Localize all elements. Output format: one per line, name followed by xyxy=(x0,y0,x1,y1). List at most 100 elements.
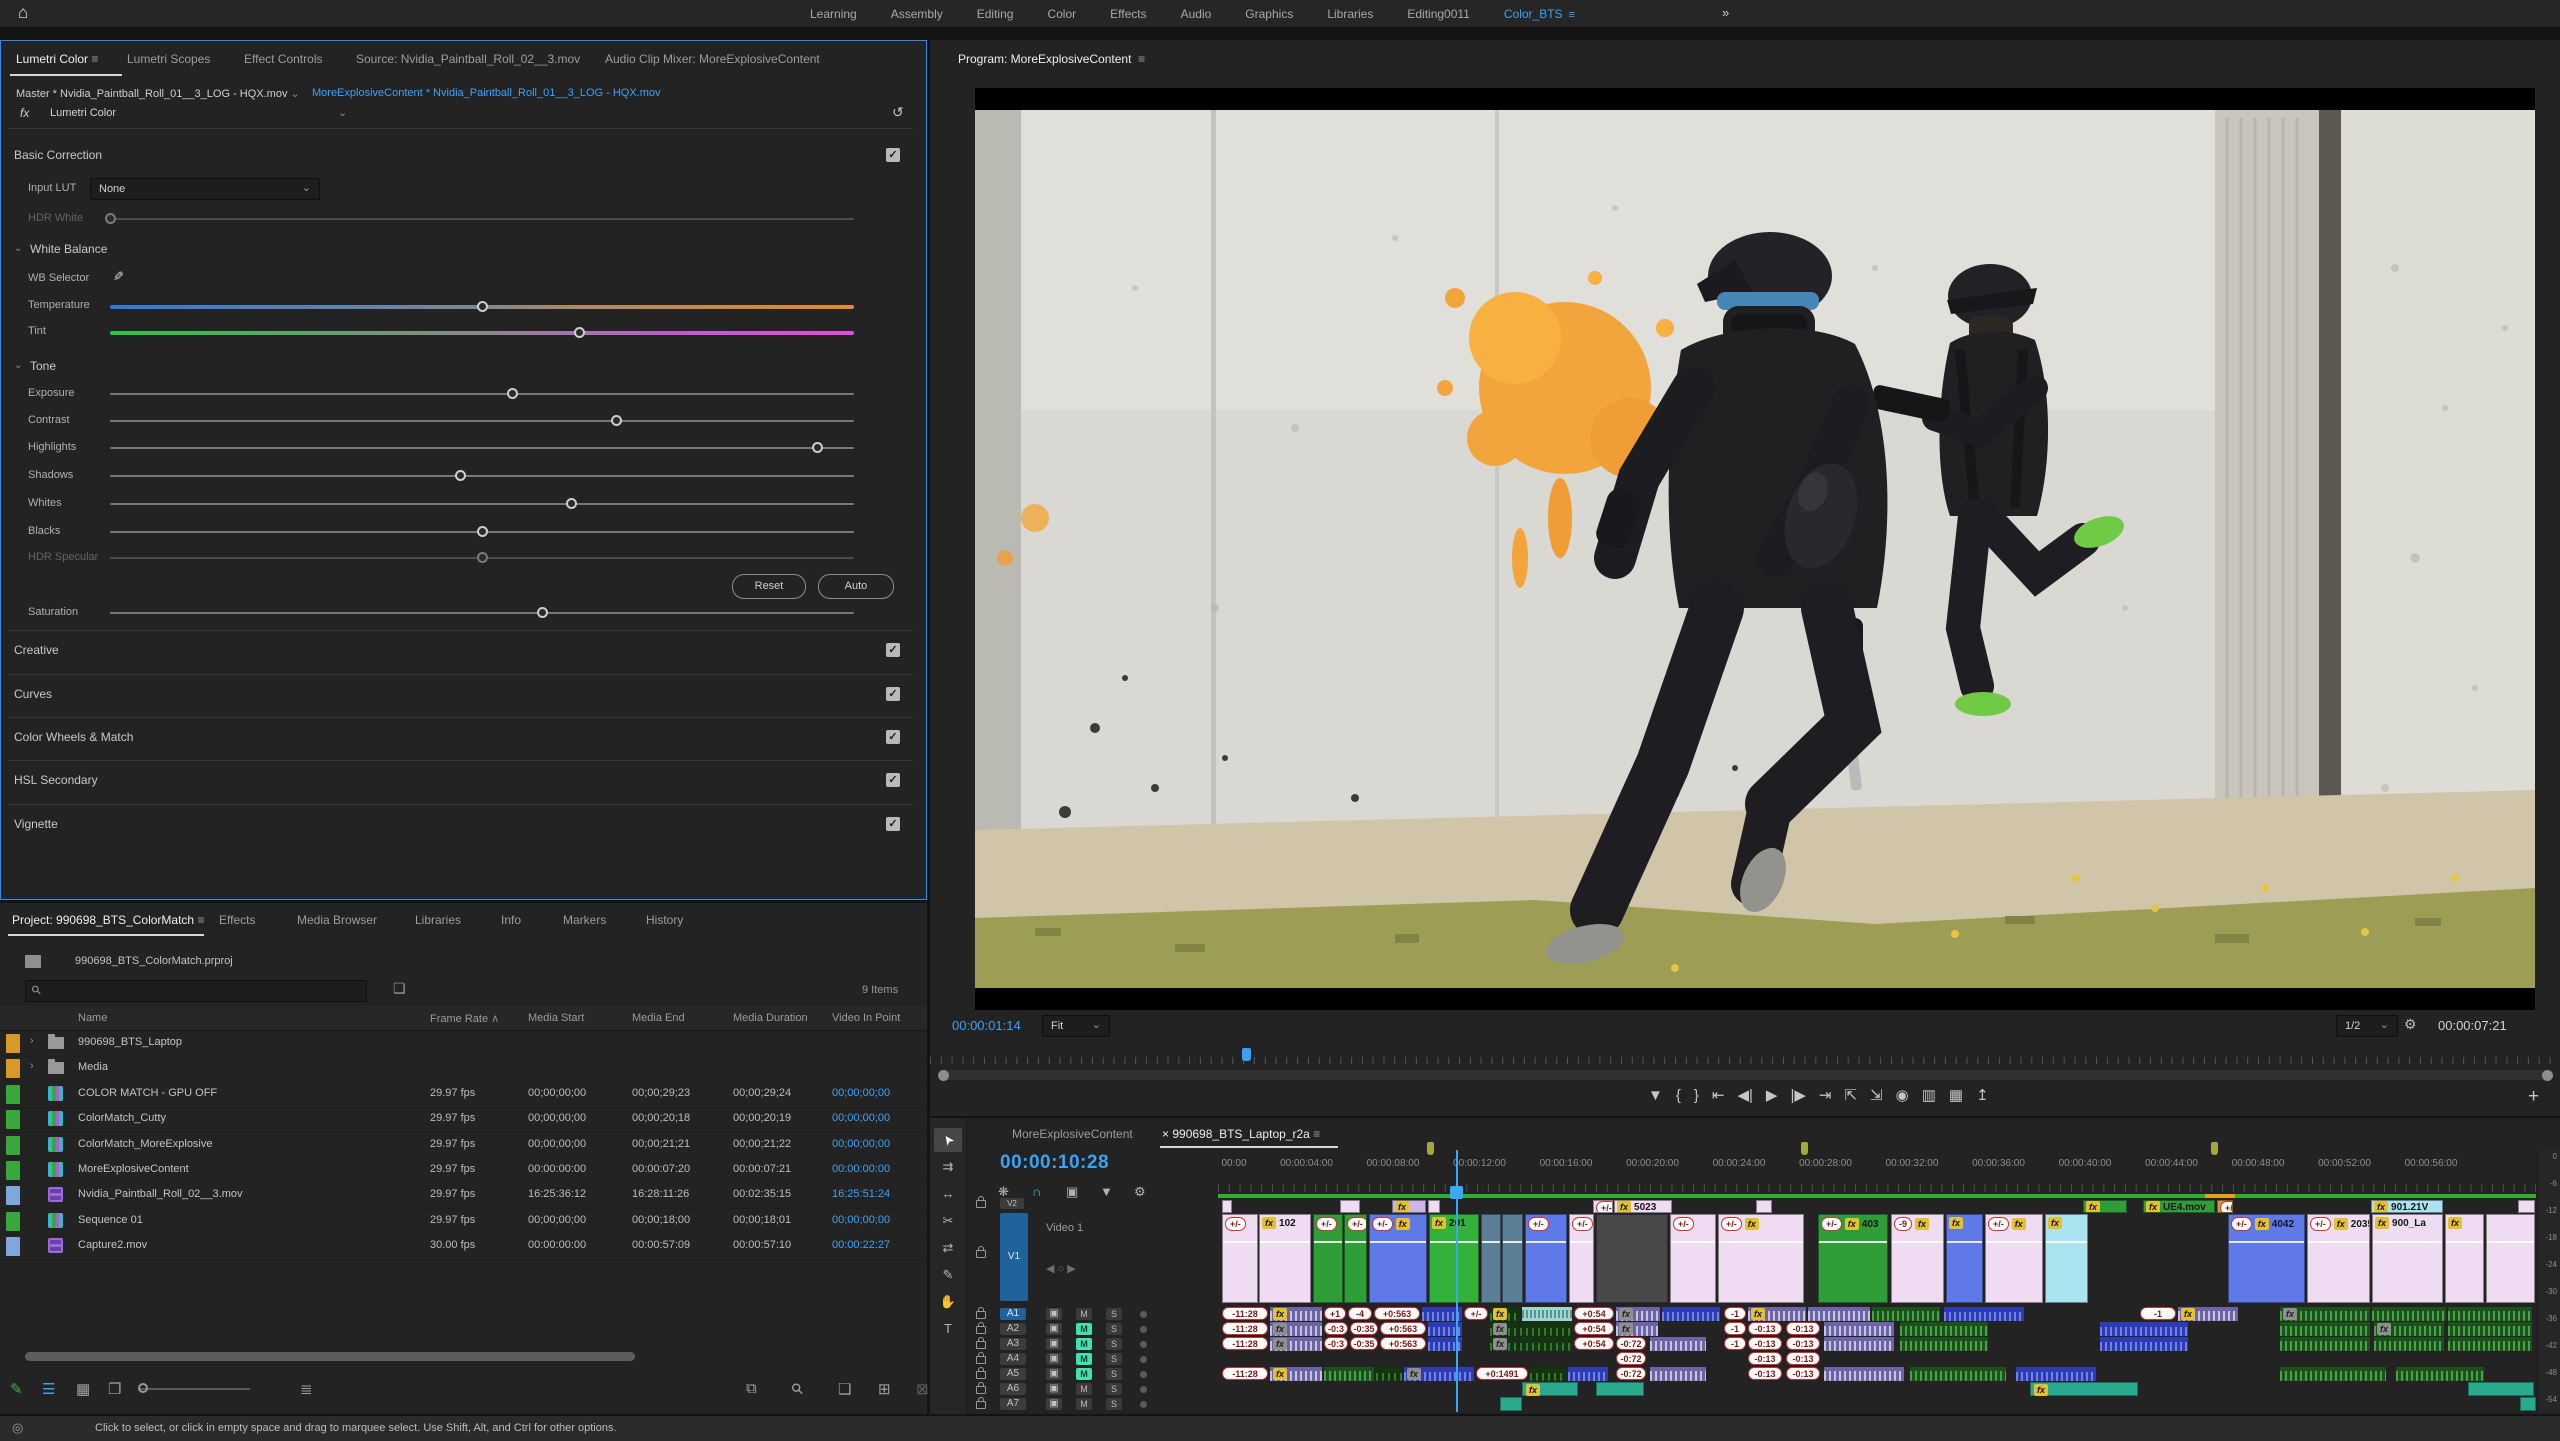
audio-clip-a3[interactable] xyxy=(1650,1337,1706,1351)
slider-exposure[interactable] xyxy=(110,393,854,395)
source-patch-icon[interactable]: ▣ xyxy=(1046,1323,1062,1335)
project-panel-tab-idx6[interactable]: History xyxy=(646,913,683,927)
reset-button[interactable]: Reset xyxy=(732,574,806,599)
opacity-rubber-band[interactable] xyxy=(1892,1241,1943,1243)
track-target-a6[interactable]: A6 xyxy=(1000,1383,1026,1395)
playback-resolution-dropdown[interactable]: 1/2 xyxy=(2336,1015,2398,1037)
audio-clip-a2[interactable] xyxy=(1520,1322,1572,1336)
item-name[interactable]: ColorMatch_Cutty xyxy=(78,1112,166,1124)
panel-tab-idx4[interactable]: Audio Clip Mixer: MoreExplosiveContent xyxy=(605,52,820,66)
audio-clip-a1[interactable]: fx xyxy=(1616,1307,1660,1321)
timeline-clip-v2[interactable] xyxy=(2518,1200,2535,1213)
section-color-wheels-match[interactable]: Color Wheels & Match xyxy=(14,730,133,744)
project-panel-tab-idx1[interactable]: Effects xyxy=(219,913,255,927)
label-color-chip[interactable] xyxy=(6,1034,20,1053)
solo-button-a5[interactable]: S xyxy=(1106,1368,1122,1380)
step-forward-icon[interactable]: |▶ xyxy=(1790,1086,1805,1104)
opacity-rubber-band[interactable] xyxy=(1345,1241,1366,1243)
track-target-a2[interactable]: A2 xyxy=(1000,1323,1026,1335)
audio-clip-a3[interactable] xyxy=(1520,1337,1572,1351)
audio-clip-a3[interactable] xyxy=(1900,1337,1988,1351)
source-patch-icon[interactable]: ▣ xyxy=(1046,1338,1062,1350)
program-scroll-handle-right[interactable] xyxy=(2542,1070,2553,1081)
column-header-frame-rate[interactable]: Frame Rate ∧ xyxy=(430,1012,499,1025)
slider-shadows[interactable] xyxy=(110,475,854,477)
track-target-a7[interactable]: A7 xyxy=(1000,1398,1026,1410)
item-name[interactable]: COLOR MATCH - GPU OFF xyxy=(78,1087,217,1099)
audio-clip-a2[interactable]: fx xyxy=(1616,1322,1658,1336)
track-select-forward-tool[interactable]: ⇉ xyxy=(934,1155,962,1179)
audio-clip-a2[interactable] xyxy=(2280,1322,2370,1336)
workspace-tab-editing0011[interactable]: Editing0011 xyxy=(1407,7,1470,21)
audio-clip-a2[interactable]: fx xyxy=(1490,1322,1518,1336)
timeline-clip-v1[interactable]: +/- xyxy=(1525,1214,1567,1303)
checkbox-curves[interactable]: ✓ xyxy=(886,687,900,701)
slider-handle-shadows[interactable] xyxy=(455,470,466,481)
track-lock-icon[interactable] xyxy=(976,1356,986,1364)
audio-clip-a5[interactable]: fx xyxy=(1404,1367,1474,1381)
audio-clip-a6[interactable]: fx xyxy=(1522,1382,1578,1396)
source-patch-icon[interactable]: ▣ xyxy=(1046,1398,1062,1410)
panel-tab-idx1[interactable]: Lumetri Scopes xyxy=(127,52,210,66)
keyframe-nav-icons[interactable]: ◀ ○ ▶ xyxy=(1046,1262,1076,1275)
opacity-rubber-band[interactable] xyxy=(2046,1241,2087,1243)
solo-button-a4[interactable]: S xyxy=(1106,1353,1122,1365)
timeline-clip-v1[interactable]: fx xyxy=(2045,1214,2088,1303)
opacity-rubber-band[interactable] xyxy=(1430,1241,1478,1243)
slider-contrast[interactable] xyxy=(110,420,854,422)
voiceover-record-icon[interactable] xyxy=(1140,1371,1147,1378)
audio-clip-a6[interactable] xyxy=(1596,1382,1644,1396)
item-name[interactable]: Sequence 01 xyxy=(78,1214,143,1226)
new-bin-icon[interactable]: ❏ xyxy=(838,1380,851,1398)
insert-icon[interactable]: ▥ xyxy=(1922,1086,1936,1104)
audio-clip-a2[interactable] xyxy=(1900,1322,1988,1336)
track-lock-icon[interactable] xyxy=(976,1250,986,1258)
item-name[interactable]: Capture2.mov xyxy=(78,1239,147,1251)
label-color-chip[interactable] xyxy=(6,1237,20,1256)
timeline-clip-v1[interactable]: -9fx xyxy=(1891,1214,1944,1303)
table-row[interactable]: COLOR MATCH - GPU OFF29.97 fps00;00;00;0… xyxy=(0,1082,927,1108)
linked-selection-icon[interactable]: ▣ xyxy=(1066,1184,1078,1200)
track-lock-icon[interactable] xyxy=(976,1401,986,1409)
label-color-chip[interactable] xyxy=(6,1110,20,1129)
timeline-clip-v2[interactable] xyxy=(1222,1200,1232,1213)
icon-view-icon[interactable]: ▦ xyxy=(76,1380,90,1398)
label-color-chip[interactable] xyxy=(6,1161,20,1180)
auto-button[interactable]: Auto xyxy=(818,574,894,599)
slider-highlights[interactable] xyxy=(110,447,854,449)
timeline-clip-v1[interactable]: fx xyxy=(2445,1214,2484,1303)
tone-section-caret-icon[interactable]: ⌄ xyxy=(14,360,22,371)
snap-icon[interactable]: ∩ xyxy=(1032,1184,1041,1199)
timeline-clip-v1[interactable]: fx900_La xyxy=(2372,1214,2443,1303)
audio-clip-a1[interactable]: fx xyxy=(2178,1307,2238,1321)
opacity-rubber-band[interactable] xyxy=(1671,1241,1715,1243)
column-header-media-end[interactable]: Media End xyxy=(632,1012,685,1024)
hand-tool[interactable]: ✋ xyxy=(934,1290,962,1314)
timeline-clip-v2[interactable] xyxy=(1756,1200,1772,1213)
audio-clip-a1[interactable] xyxy=(2372,1307,2446,1321)
timeline-clip-v1[interactable]: +/- xyxy=(1569,1214,1594,1303)
program-video-frame[interactable] xyxy=(975,88,2535,1010)
add-marker-icon[interactable]: ▼ xyxy=(1100,1184,1113,1199)
table-row[interactable]: ›990698_BTS_Laptop xyxy=(0,1031,927,1057)
reset-effect-icon[interactable]: ↺ xyxy=(892,104,904,121)
table-row[interactable]: Nvidia_Paintball_Roll_02__3.mov29.97 fps… xyxy=(0,1183,927,1209)
project-panel-tab-idx3[interactable]: Libraries xyxy=(415,913,461,927)
project-panel-tab-idx2[interactable]: Media Browser xyxy=(297,913,377,927)
audio-clip-a1[interactable] xyxy=(1522,1307,1572,1321)
track-lock-icon[interactable] xyxy=(976,1326,986,1334)
opacity-rubber-band[interactable] xyxy=(1719,1241,1803,1243)
track-target-v1[interactable]: V1 xyxy=(1000,1213,1028,1301)
timeline-clip-v2[interactable]: fx901.21V xyxy=(2371,1200,2443,1213)
master-clip-selector[interactable]: Master * Nvidia_Paintball_Roll_01__3_LOG… xyxy=(16,87,300,100)
voiceover-record-icon[interactable] xyxy=(1140,1326,1147,1333)
timeline-clip-v1[interactable]: +/-fx xyxy=(1718,1214,1804,1303)
timeline-clip-v1[interactable]: +/-fx4042 xyxy=(2228,1214,2305,1303)
wb-eyedropper-icon[interactable]: ✎ xyxy=(109,271,125,282)
step-back-icon[interactable]: ◀| xyxy=(1737,1086,1752,1104)
item-name[interactable]: 990698_BTS_Laptop xyxy=(78,1036,182,1048)
panel-menu-icon[interactable]: ≡ xyxy=(1138,52,1145,66)
slider-handle-whites[interactable] xyxy=(566,498,577,509)
mute-button-a5[interactable]: M xyxy=(1076,1368,1092,1380)
slider-handle-blacks[interactable] xyxy=(477,526,488,537)
